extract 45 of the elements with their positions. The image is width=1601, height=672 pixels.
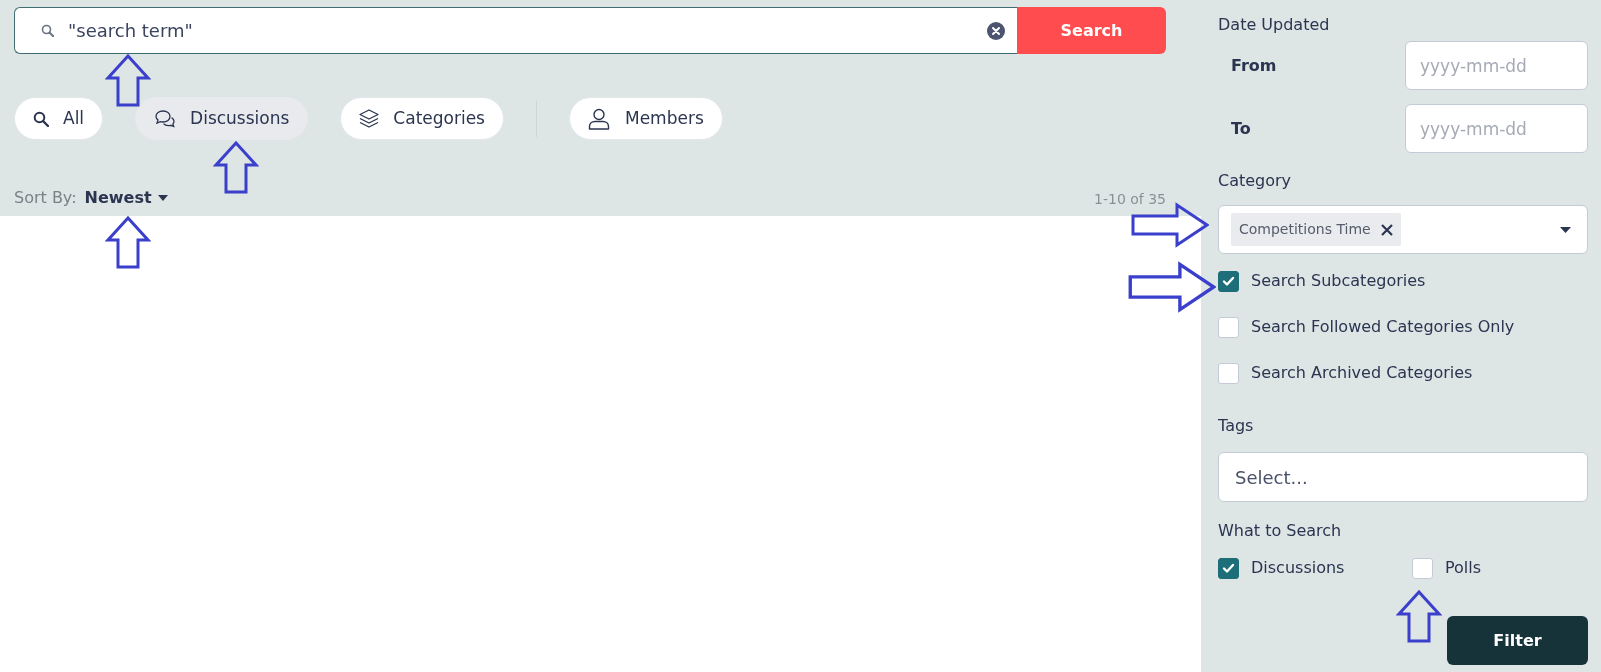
annotation-arrow-icon	[1131, 202, 1209, 248]
date-field[interactable]: yyyy-mm-dd	[1405, 41, 1588, 90]
date-label: To	[1230, 117, 1251, 140]
caret-icon	[157, 195, 168, 201]
search-icon	[33, 110, 49, 127]
section-heading: Date Updated	[1218, 14, 1331, 36]
annotation-arrow-icon	[213, 141, 259, 194]
checkbox-label: Search Followed Categories Only	[1251, 316, 1515, 338]
date-field[interactable]: yyyy-mm-dd	[1405, 104, 1588, 153]
search-box[interactable]: "search term"	[14, 7, 1017, 54]
annotation-arrow-icon	[105, 54, 151, 107]
category-token[interactable]: Competitions Time	[1231, 213, 1401, 246]
clear-icon	[987, 21, 1005, 40]
filter-tab[interactable]: Categories	[340, 97, 504, 140]
chat-bubbles-icon	[154, 109, 177, 128]
date-label: From	[1230, 54, 1277, 77]
filter-tab[interactable]: Members	[569, 97, 723, 140]
filter-tab[interactable]: All	[14, 97, 104, 140]
tags-field[interactable]: Select...	[1218, 452, 1588, 502]
filter-tab[interactable]: Discussions	[135, 97, 309, 140]
checkbox-label: Polls	[1445, 557, 1482, 579]
sort-dropdown[interactable]: Newest	[84, 186, 168, 210]
check-icon	[1222, 562, 1235, 574]
remove-icon	[1380, 223, 1393, 236]
search-icon	[41, 24, 54, 37]
checkbox-label: Search Subcategories	[1251, 270, 1426, 292]
filter-button[interactable]: Filter	[1447, 616, 1588, 665]
section-heading: What to Search	[1218, 520, 1343, 542]
annotation-arrow-icon	[1396, 590, 1442, 643]
layers-icon	[359, 109, 380, 128]
category-select[interactable]: Competitions Time	[1218, 205, 1588, 254]
caret-icon	[1560, 226, 1571, 233]
result-count: 1-10 of 35	[1094, 190, 1166, 209]
section-heading: Tags	[1218, 415, 1255, 437]
checkbox[interactable]	[1218, 557, 1239, 579]
annotation-arrow-icon	[1128, 258, 1216, 316]
checkbox-label: Discussions	[1251, 557, 1345, 579]
checkbox[interactable]	[1218, 270, 1239, 292]
annotation-arrow-icon	[105, 216, 151, 269]
search-field[interactable]: "search term"	[68, 17, 973, 44]
check-icon	[1222, 275, 1235, 287]
sort-label: Sort By:	[14, 187, 77, 209]
person-icon	[588, 107, 611, 130]
section-heading: Category	[1218, 170, 1293, 192]
checkbox-label: Search Archived Categories	[1251, 362, 1473, 384]
